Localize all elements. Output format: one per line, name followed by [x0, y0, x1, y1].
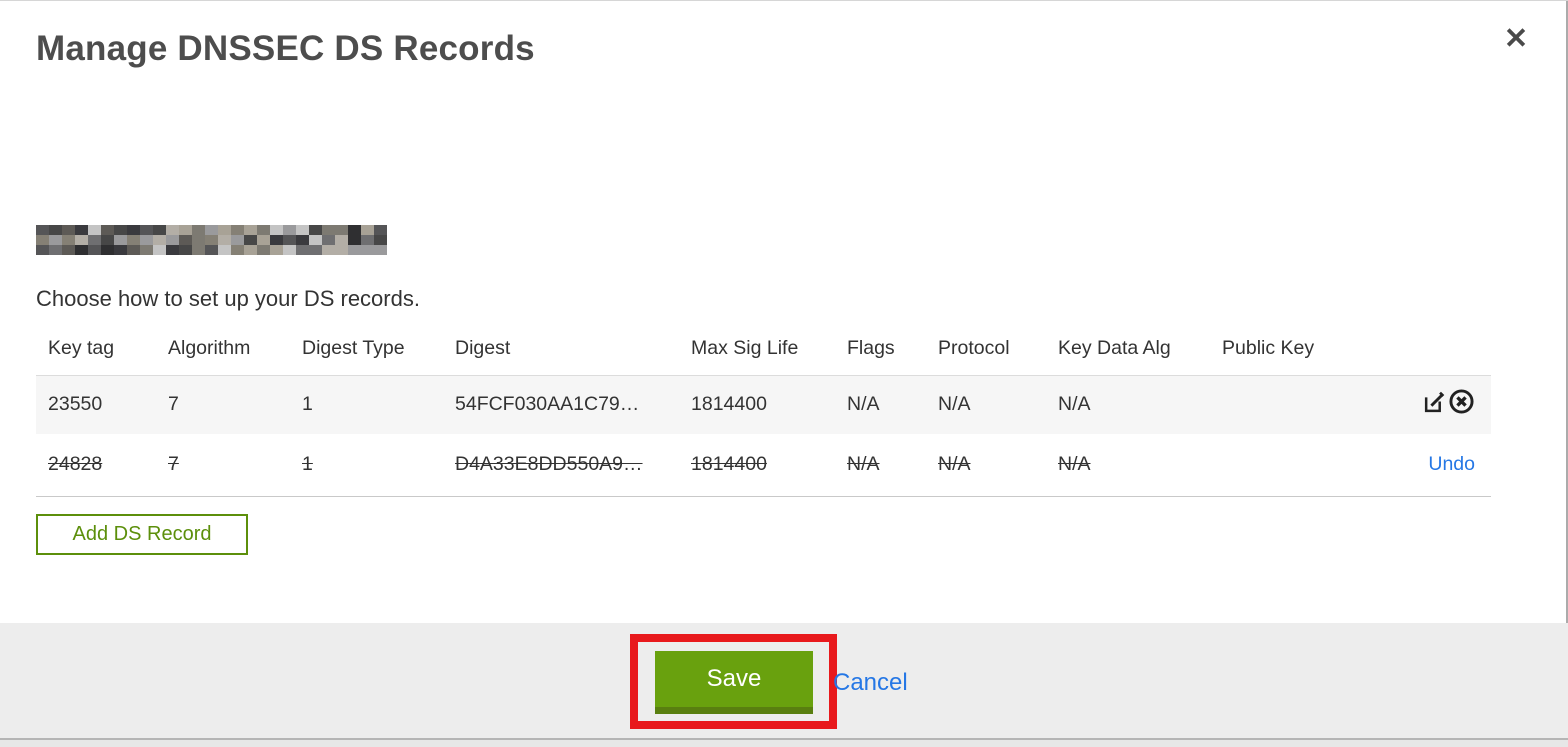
cell-protocol: N/A [926, 374, 1046, 434]
col-header-digest-type: Digest Type [302, 337, 405, 360]
cell-max-sig-life: 1814400 [679, 434, 835, 497]
delete-icon[interactable] [1448, 388, 1475, 421]
cell-key-data-alg: N/A [1046, 434, 1210, 497]
cell-public-key [1210, 434, 1355, 497]
cell-flags: N/A [835, 434, 926, 497]
table-header-row: Key tag Algorithm Digest Type Digest Max… [36, 329, 1491, 375]
undo-link[interactable]: Undo [1428, 453, 1475, 475]
cell-digest-type: 1 [290, 374, 443, 434]
edit-icon[interactable] [1422, 389, 1447, 420]
col-header-public-key: Public Key [1222, 337, 1315, 360]
table-row-deleted: 24828 7 1 D4A33E8DD550A9… 1814400 N/A N/… [36, 434, 1491, 497]
cell-public-key [1210, 374, 1355, 434]
table-row: 23550 7 1 54FCF030AA1C79… 1814400 N/A N/… [36, 374, 1491, 434]
cell-key-tag: 24828 [36, 434, 156, 497]
add-ds-record-button[interactable]: Add DS Record [36, 514, 248, 555]
page-title: Manage DNSSEC DS Records [36, 29, 535, 68]
cell-key-data-alg: N/A [1046, 374, 1210, 434]
cell-max-sig-life: 1814400 [679, 374, 835, 434]
cell-digest: D4A33E8DD550A9… [443, 434, 679, 497]
redacted-domain-name [36, 225, 392, 255]
close-icon[interactable]: ✕ [1498, 21, 1534, 57]
col-header-algorithm: Algorithm [168, 337, 251, 360]
cell-digest-type: 1 [290, 434, 443, 497]
col-header-digest: Digest [455, 337, 511, 360]
instruction-text: Choose how to set up your DS records. [36, 286, 420, 311]
ds-records-table: Key tag Algorithm Digest Type Digest Max… [36, 329, 1491, 497]
cell-protocol: N/A [926, 434, 1046, 497]
col-header-key-data-alg: Key Data Alg [1058, 337, 1171, 360]
col-header-max-sig-life: Max Sig Life [691, 337, 799, 360]
cancel-link[interactable]: Cancel [833, 669, 908, 697]
cell-key-tag: 23550 [36, 374, 156, 434]
col-header-protocol: Protocol [938, 337, 1010, 360]
modal-footer: Save Cancel [0, 623, 1568, 747]
cell-algorithm: 7 [156, 374, 290, 434]
col-header-actions [1355, 329, 1491, 375]
cell-flags: N/A [835, 374, 926, 434]
save-button[interactable]: Save [655, 651, 813, 714]
cell-digest: 54FCF030AA1C79… [443, 374, 679, 434]
row-actions [1355, 374, 1491, 434]
row-actions: Undo [1355, 434, 1491, 497]
cell-algorithm: 7 [156, 434, 290, 497]
col-header-flags: Flags [847, 337, 895, 360]
col-header-key-tag: Key tag [48, 337, 115, 360]
